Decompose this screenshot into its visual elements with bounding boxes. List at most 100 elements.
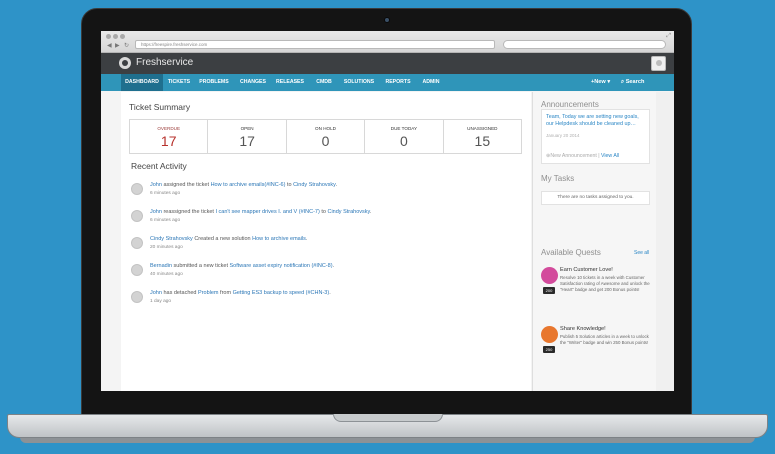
activity-ticket-link[interactable]: Problem [198, 290, 218, 296]
right-gutter [656, 92, 674, 391]
activity-verb: reassigned the ticket [161, 209, 216, 215]
activity-time: 1 day ago [150, 299, 172, 304]
available-quests-title: Available Quests [541, 248, 601, 257]
search-label: Search [625, 79, 645, 85]
browser-search-input[interactable] [503, 40, 666, 49]
summary-due-today[interactable]: DUE TODAY 0 [365, 120, 444, 153]
new-announcement-link[interactable]: New Announcement [550, 153, 596, 159]
search-button[interactable]: ⌕ Search [621, 74, 644, 91]
activity-user-link[interactable]: John [150, 182, 162, 188]
app-header: Freshservice [101, 53, 674, 74]
activity-end: . [329, 290, 331, 296]
activity-target-link[interactable]: Cindy Strahovsky [327, 209, 369, 215]
summary-on-hold[interactable]: ON HOLD 0 [287, 120, 366, 153]
recent-activity-title: Recent Activity [131, 161, 187, 171]
activity-verb: submitted a new ticket [172, 263, 230, 269]
activity-item: Bernadin submitted a new ticket Software… [131, 263, 521, 283]
user-avatar[interactable] [651, 56, 666, 71]
activity-time: 20 minutes ago [150, 245, 183, 250]
forward-icon[interactable]: ▶ [115, 42, 120, 49]
my-tasks-title: My Tasks [541, 174, 575, 183]
announcement-date: January 20 2014 [546, 133, 580, 138]
summary-unassigned[interactable]: UNASSIGNED 15 [444, 120, 521, 153]
activity-ticket-link[interactable]: How to archive emails(#INC-6) [211, 182, 286, 188]
ticket-summary: OVERDUE 17 OPEN 17 ON HOLD 0 DUE TODAY 0… [129, 119, 522, 154]
laptop-notch [333, 414, 443, 422]
expand-icon[interactable]: ⤢ [666, 33, 671, 40]
activity-connector: from [218, 290, 233, 296]
activity-user-link[interactable]: Bernadin [150, 263, 172, 269]
ticket-summary-title: Ticket Summary [129, 102, 191, 112]
window-close-icon[interactable] [106, 34, 111, 39]
brand-name[interactable]: Freshservice [136, 57, 193, 68]
nav-admin[interactable]: ADMIN [419, 74, 443, 91]
activity-text: Bernadin submitted a new ticket Software… [150, 263, 334, 269]
announcements-title: Announcements [541, 100, 599, 109]
quest-title: Share Knowledge! [560, 326, 606, 332]
browser-chrome: ◀ ▶ ↻ https://freespire.freshservice.com… [101, 31, 674, 53]
see-all-link[interactable]: See all [634, 250, 649, 256]
main-nav: DASHBOARD TICKETS PROBLEMS CHANGES RELEA… [101, 74, 674, 91]
activity-ticket-link[interactable]: Software asset expiry notification (#INC… [230, 263, 333, 269]
activity-connector: to [285, 182, 294, 188]
writer-badge-icon [541, 326, 558, 343]
activity-target-link[interactable]: Getting ES3 backup to speed (#CHN-3) [233, 290, 330, 296]
heart-badge-icon [541, 267, 558, 284]
nav-solutions[interactable]: SOLUTIONS [341, 74, 377, 91]
activity-text: John reassigned the ticket I can't see m… [150, 209, 371, 215]
summary-count: 17 [160, 133, 177, 149]
summary-open[interactable]: OPEN 17 [208, 120, 287, 153]
summary-label: ON HOLD [315, 126, 336, 131]
quest-item[interactable]: 200 Earn Customer Love! Resolve 10 ticke… [541, 267, 653, 307]
summary-count: 17 [239, 133, 255, 149]
freshservice-logo-icon[interactable] [119, 57, 131, 69]
activity-time: 6 minutes ago [150, 191, 181, 196]
activity-ticket-link[interactable]: How to archive emails [252, 236, 306, 242]
nav-reports[interactable]: REPORTS [382, 74, 414, 91]
activity-end: . [305, 236, 308, 242]
summary-label: OPEN [240, 126, 254, 131]
activity-item: John has detached Problem from Getting E… [131, 290, 521, 310]
avatar [131, 183, 143, 195]
sidebar: Announcements Team, Today we are setting… [532, 92, 656, 391]
activity-user-link[interactable]: Cindy Strahovsky [150, 236, 193, 242]
back-icon[interactable]: ◀ [107, 42, 112, 49]
camera-icon [384, 17, 390, 23]
activity-ticket-link[interactable]: I can't see mapper drives I. and V (#INC… [215, 209, 319, 215]
summary-label: OVERDUE [157, 126, 181, 131]
activity-verb: Created a new solution [192, 236, 253, 242]
announcement-actions: ⊕New Announcement | View All [546, 153, 619, 159]
avatar [131, 291, 143, 303]
nav-problems[interactable]: PROBLEMS [197, 74, 231, 91]
activity-text: John assigned the ticket How to archive … [150, 182, 337, 188]
quest-desc: Publish 5 Solution articles in a week to… [560, 334, 649, 345]
activity-text: John has detached Problem from Getting E… [150, 290, 331, 296]
avatar [131, 210, 143, 222]
window-maximize-icon[interactable] [120, 34, 125, 39]
nav-tickets[interactable]: TICKETS [165, 74, 193, 91]
activity-verb: assigned the ticket [161, 182, 211, 188]
summary-label: DUE TODAY [390, 126, 418, 131]
nav-releases[interactable]: RELEASES [273, 74, 307, 91]
announcement-text[interactable]: Team, Today we are setting new goals, ou… [546, 114, 648, 128]
announcement-card: Team, Today we are setting new goals, ou… [541, 109, 650, 164]
activity-user-link[interactable]: John [150, 290, 162, 296]
avatar [131, 264, 143, 276]
avatar [131, 237, 143, 249]
new-button[interactable]: +New ▾ [591, 74, 610, 91]
quest-points: 200 [543, 287, 555, 294]
quest-desc: Resolve 10 tickets in a week with Custom… [560, 275, 650, 292]
nav-cmdb[interactable]: CMDB [313, 74, 335, 91]
nav-changes[interactable]: CHANGES [236, 74, 270, 91]
view-all-link[interactable]: View All [601, 153, 619, 159]
summary-count: 0 [400, 133, 408, 149]
url-bar[interactable]: https://freespire.freshservice.com [135, 40, 495, 49]
quest-item[interactable]: 250 Share Knowledge! Publish 5 Solution … [541, 326, 653, 366]
activity-user-link[interactable]: John [150, 209, 162, 215]
window-minimize-icon[interactable] [113, 34, 118, 39]
activity-target-link[interactable]: Cindy Strahovsky [293, 182, 335, 188]
summary-overdue[interactable]: OVERDUE 17 [130, 120, 209, 153]
reload-icon[interactable]: ↻ [124, 42, 129, 49]
nav-dashboard[interactable]: DASHBOARD [121, 74, 163, 91]
quest-points: 250 [543, 346, 555, 353]
